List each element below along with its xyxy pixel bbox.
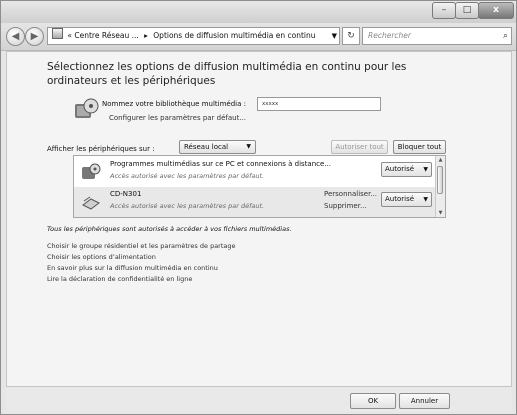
block-all-button[interactable]: Bloquer tout (393, 140, 446, 154)
device-row[interactable]: Programmes multimédias sur ce PC et conn… (74, 157, 437, 187)
privacy-statement-link[interactable]: Lire la déclaration de confidentialité e… (47, 274, 236, 285)
scroll-up-icon[interactable]: ▲ (436, 156, 445, 164)
forward-arrow-icon[interactable]: ▶ (25, 27, 44, 46)
homegroup-sharing-link[interactable]: Choisir le groupe résidentiel et les par… (47, 241, 236, 252)
device-access-text: Accès autorisé avec les paramètres par d… (110, 202, 265, 210)
scroll-down-icon[interactable]: ▼ (436, 209, 445, 217)
scroll-thumb[interactable] (437, 166, 443, 194)
navigation-bar: ◀ ▶ « Centre Réseau ... ▸ Options de dif… (1, 23, 516, 51)
breadcrumb-prefix: « (67, 31, 72, 40)
network-select-value: Réseau local (184, 143, 229, 151)
address-dropdown-icon[interactable]: ▼ (332, 28, 337, 44)
configure-defaults-link[interactable]: Configurer les paramètres par défaut... (109, 114, 246, 122)
breadcrumb-separator-icon: ▸ (144, 31, 148, 40)
search-placeholder: Rechercher (368, 31, 411, 40)
show-devices-label: Afficher les périphériques sur : (47, 145, 155, 153)
minimize-button[interactable]: – (432, 2, 456, 19)
back-arrow-icon[interactable]: ◀ (6, 27, 25, 46)
search-icon[interactable]: ⌕ (503, 28, 508, 44)
chevron-down-icon: ▼ (423, 166, 428, 173)
chevron-down-icon: ▼ (246, 143, 251, 150)
library-name-label: Nommez votre bibliothèque multimédia : (102, 100, 246, 108)
breadcrumb-network-center[interactable]: Centre Réseau ... (74, 31, 138, 40)
device-access-text: Accès autorisé avec les paramètres par d… (110, 172, 265, 180)
window: – □ x ◀ ▶ « Centre Réseau ... ▸ Options … (0, 0, 517, 415)
learn-more-link[interactable]: En savoir plus sur la diffusion multiméd… (47, 263, 236, 274)
refresh-icon[interactable]: ↻ (342, 27, 360, 45)
all-devices-note: Tous les périphériques sont autorisés à … (47, 225, 292, 233)
network-device-icon (82, 196, 100, 210)
power-options-link[interactable]: Choisir les options d’alimentation (47, 252, 236, 263)
device-status-value: Autorisé (385, 165, 415, 173)
maximize-button[interactable]: □ (455, 2, 479, 19)
customize-link[interactable]: Personnaliser... (324, 190, 377, 198)
title-bar: – □ x (1, 1, 516, 23)
network-select[interactable]: Réseau local ▼ (179, 140, 256, 154)
chevron-down-icon: ▼ (423, 196, 428, 203)
ok-button[interactable]: OK (350, 393, 396, 409)
cancel-button[interactable]: Annuler (399, 393, 450, 409)
media-library-icon (75, 98, 99, 118)
dialog-footer: OK Annuler (6, 387, 512, 412)
device-list: Programmes multimédias sur ce PC et conn… (73, 155, 446, 218)
library-name-field[interactable]: xxxxx (257, 97, 381, 111)
address-bar[interactable]: « Centre Réseau ... ▸ Options de diffusi… (47, 27, 340, 45)
device-row[interactable]: CD-N301 Accès autorisé avec les paramètr… (74, 187, 437, 217)
main-content: Sélectionnez les options de diffusion mu… (6, 51, 512, 387)
remove-link[interactable]: Supprimer... (324, 202, 367, 210)
related-links: Choisir le groupe résidentiel et les par… (47, 241, 236, 285)
allow-all-button[interactable]: Autoriser tout (331, 140, 388, 154)
device-status-select[interactable]: Autorisé ▼ (381, 192, 432, 207)
search-input[interactable]: Rechercher ⌕ (362, 27, 512, 45)
control-panel-icon (52, 28, 63, 39)
breadcrumb-streaming-options[interactable]: Options de diffusion multimédia en conti… (153, 31, 315, 40)
device-status-select[interactable]: Autorisé ▼ (381, 162, 432, 177)
media-programs-icon (82, 163, 101, 179)
device-status-value: Autorisé (385, 195, 415, 203)
device-list-scrollbar[interactable]: ▲ ▼ (435, 156, 445, 217)
close-button[interactable]: x (478, 2, 514, 19)
page-title: Sélectionnez les options de diffusion mu… (47, 61, 407, 87)
device-name: Programmes multimédias sur ce PC et conn… (110, 160, 331, 168)
device-name: CD-N301 (110, 190, 142, 198)
